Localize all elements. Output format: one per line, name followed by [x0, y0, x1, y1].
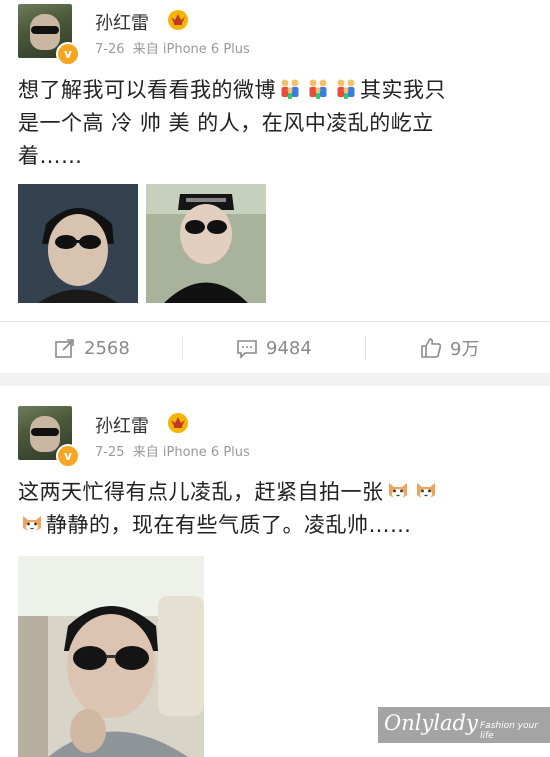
post-text-line-2: 静静的，现在有些气质了。凌乱帅…… — [18, 509, 538, 542]
crown-icon — [168, 413, 188, 433]
watermark-brand: Onlylady — [384, 711, 478, 735]
verified-badge-icon: v — [56, 42, 80, 66]
cat-emoji-icon — [23, 516, 41, 532]
post-photo-2[interactable] — [146, 184, 266, 303]
post-source[interactable]: 来自 iPhone 6 Plus — [133, 42, 250, 57]
post-photo-1[interactable] — [18, 184, 138, 303]
post-meta: 7-26 来自 iPhone 6 Plus — [95, 38, 250, 57]
post-text: 这两天忙得有点儿凌乱，赶紧自拍一张 静静的，现在有些气质了。凌乱帅…… — [18, 476, 538, 542]
crown-icon — [168, 10, 188, 30]
comment-count: 9484 — [266, 337, 312, 359]
comment-button[interactable]: 9484 — [236, 322, 312, 374]
action-divider — [365, 336, 366, 360]
post-card-2: v 孙红雷 7-25 来自 iPhone 6 Plus 这两天忙得有点儿凌乱，赶… — [0, 386, 550, 757]
post-text-line-3: 着…… — [18, 144, 83, 168]
verified-badge-icon: v — [56, 444, 80, 468]
family-emoji-icon — [281, 79, 299, 99]
family-emoji-icon — [337, 79, 355, 99]
post-source[interactable]: 来自 iPhone 6 Plus — [133, 445, 250, 460]
post-text-segment: 其实我只 — [360, 78, 446, 102]
avatar[interactable]: v — [18, 4, 80, 66]
post-card-1: v 孙红雷 7-26 来自 iPhone 6 Plus 想了解我可以看看我的微博… — [0, 0, 550, 373]
avatar-glasses — [31, 428, 59, 436]
avatar[interactable]: v — [18, 406, 80, 468]
post-text-segment: 静静的，现在有些气质了。凌乱帅…… — [46, 513, 412, 537]
repost-count: 2568 — [84, 337, 130, 359]
comment-icon — [237, 340, 257, 359]
repost-icon — [55, 339, 74, 358]
post-text: 想了解我可以看看我的微博 其实我只 是一个高 冷 帅 美 的人，在风中凌乱的屹立 … — [18, 74, 538, 173]
post-photo-3[interactable] — [18, 556, 204, 757]
post-text-segment: 想了解我可以看看我的微博 — [18, 78, 276, 102]
post-actions: 2568 9484 9万 — [0, 321, 550, 374]
post-text-line-1: 这两天忙得有点儿凌乱，赶紧自拍一张 — [18, 476, 538, 509]
post-meta: 7-25 来自 iPhone 6 Plus — [95, 441, 250, 460]
thumbs-up-icon — [421, 338, 442, 358]
post-time: 7-25 — [95, 445, 125, 460]
watermark: Onlylady Fashion your life — [378, 707, 550, 743]
watermark-tagline: Fashion your life — [480, 721, 538, 741]
repost-button[interactable]: 2568 — [54, 322, 130, 374]
post-text-line-1: 想了解我可以看看我的微博 其实我只 — [18, 74, 538, 107]
cat-emoji-icon — [388, 483, 407, 499]
cat-emoji-icon — [416, 483, 435, 499]
like-count: 9万 — [450, 339, 480, 360]
avatar-glasses — [31, 26, 59, 34]
like-button[interactable]: 9万 — [420, 322, 479, 374]
author-name[interactable]: 孙红雷 — [95, 412, 149, 438]
post-text-segment: 这两天忙得有点儿凌乱，赶紧自拍一张 — [18, 480, 384, 504]
post-text-line-2: 是一个高 冷 帅 美 的人，在风中凌乱的屹立 — [18, 111, 434, 135]
family-emoji-icon — [309, 79, 327, 99]
action-divider — [182, 336, 183, 360]
post-time: 7-26 — [95, 42, 125, 57]
author-name[interactable]: 孙红雷 — [95, 9, 149, 35]
